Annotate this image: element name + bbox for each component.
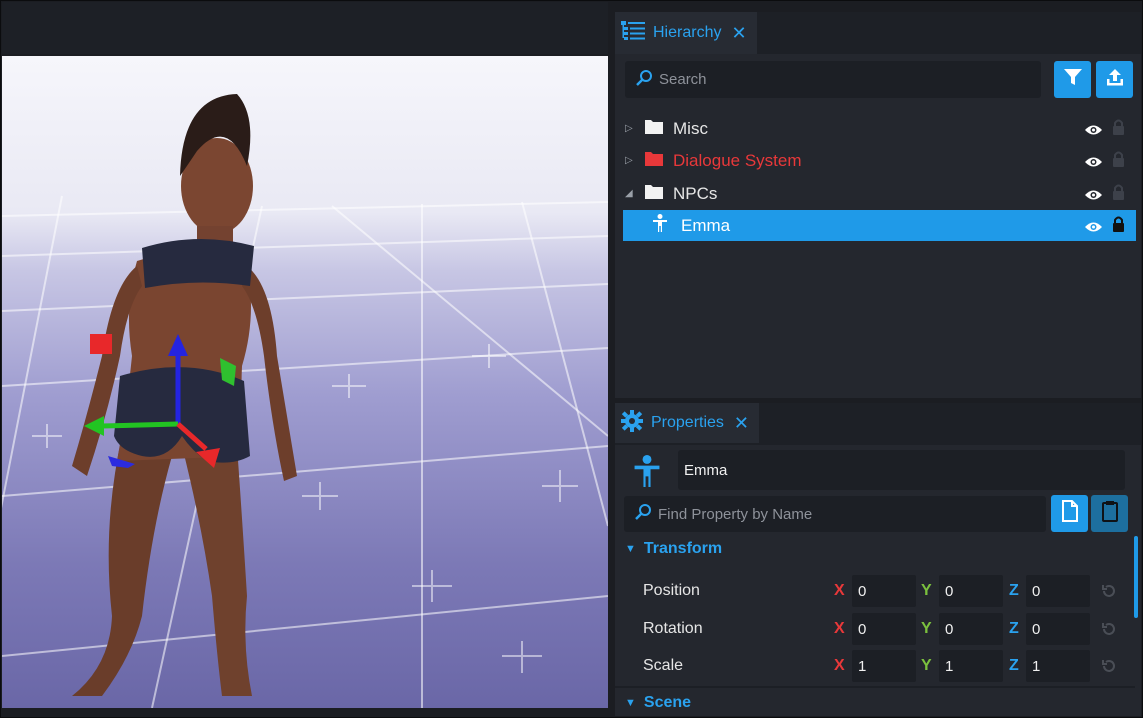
rotation-z-input[interactable]: 0 — [1026, 613, 1090, 645]
visibility-eye-icon[interactable] — [1085, 153, 1102, 173]
hierarchy-icon — [621, 20, 645, 47]
visibility-eye-icon[interactable] — [1085, 121, 1102, 141]
axis-z-label: Z — [1009, 657, 1019, 674]
property-row-rotation: Rotation X 0 Y 0 Z 0 — [615, 612, 1135, 646]
position-z-input[interactable]: 0 — [1026, 575, 1090, 607]
collapse-triangle-icon: ▼ — [625, 697, 636, 709]
filter-button[interactable] — [1054, 61, 1091, 98]
axis-y-label: Y — [921, 657, 932, 674]
visibility-eye-icon[interactable] — [1085, 186, 1102, 206]
expand-arrow-icon[interactable]: ▷ — [625, 155, 637, 166]
axis-x-label: X — [834, 657, 845, 674]
filter-icon — [1063, 67, 1083, 92]
axis-y-label: Y — [921, 620, 932, 637]
axis-x-label: X — [834, 582, 845, 599]
character-emma[interactable] — [72, 94, 297, 696]
folder-icon — [645, 119, 663, 139]
tree-item-npcs[interactable]: ◢ NPCs — [623, 178, 1136, 209]
scale-z-input[interactable]: 1 — [1026, 650, 1090, 682]
axis-y-label: Y — [921, 582, 932, 599]
search-icon — [634, 503, 652, 525]
scene-section-title: Scene — [643, 694, 692, 711]
transform-section-title: Transform — [643, 540, 723, 557]
folder-icon — [645, 184, 663, 204]
rotation-x-input[interactable]: 0 — [852, 613, 916, 645]
search-placeholder: Find Property by Name — [658, 505, 813, 523]
visibility-eye-icon[interactable] — [1085, 218, 1102, 238]
scene-viewport[interactable] — [2, 56, 608, 708]
axis-x-label: X — [834, 620, 845, 637]
clipboard-icon — [1101, 500, 1119, 527]
gear-icon — [621, 409, 643, 437]
properties-scrollbar[interactable] — [1134, 536, 1138, 618]
copy-document-icon — [1061, 500, 1079, 527]
close-icon[interactable]: ✕ — [734, 413, 749, 434]
property-row-position: Position X 0 Y 0 Z 0 — [615, 574, 1135, 608]
position-x-input[interactable]: 0 — [852, 575, 916, 607]
viewport-toolbar — [2, 2, 608, 54]
tab-hierarchy[interactable]: Hierarchy ✕ — [615, 12, 757, 54]
hierarchy-panel: Hierarchy ✕ Search ▷ Misc ▷ Dialogue Sys… — [615, 12, 1141, 398]
folder-icon — [645, 151, 663, 171]
hierarchy-search-input[interactable]: Search — [625, 61, 1041, 98]
player-icon — [653, 214, 667, 237]
tree-item-misc[interactable]: ▷ Misc — [623, 113, 1136, 144]
copy-properties-button[interactable] — [1051, 495, 1088, 532]
property-row-scale: Scale X 1 Y 1 Z 1 — [615, 649, 1135, 683]
lock-icon[interactable] — [1113, 151, 1124, 172]
paste-properties-button[interactable] — [1091, 495, 1128, 532]
property-label: Position — [643, 582, 700, 599]
reset-icon[interactable] — [1101, 621, 1117, 642]
tree-item-label: Dialogue System — [673, 150, 802, 170]
gizmo-x-handle[interactable] — [90, 334, 112, 354]
lock-icon[interactable] — [1113, 119, 1124, 140]
reset-icon[interactable] — [1101, 583, 1117, 604]
properties-panel: Properties ✕ Emma Find Property by Name … — [615, 403, 1141, 716]
transform-section-header[interactable]: ▼ Transform — [625, 540, 722, 558]
object-name-value: Emma — [684, 461, 728, 479]
axis-z-label: Z — [1009, 582, 1019, 599]
tree-item-dialogue-system[interactable]: ▷ Dialogue System — [623, 145, 1136, 176]
position-y-input[interactable]: 0 — [939, 575, 1003, 607]
rotation-y-input[interactable]: 0 — [939, 613, 1003, 645]
axis-z-label: Z — [1009, 620, 1019, 637]
reset-icon[interactable] — [1101, 658, 1117, 679]
tab-properties-label: Properties — [651, 414, 724, 431]
upload-button[interactable] — [1096, 61, 1133, 98]
close-icon[interactable]: ✕ — [731, 23, 746, 44]
upload-icon — [1105, 67, 1125, 92]
search-icon — [635, 69, 653, 91]
expand-arrow-icon[interactable]: ▷ — [625, 123, 637, 134]
viewport-scene[interactable] — [2, 56, 608, 708]
property-label: Scale — [643, 657, 684, 674]
scale-x-input[interactable]: 1 — [852, 650, 916, 682]
lock-icon[interactable] — [1113, 216, 1124, 237]
property-search-input[interactable]: Find Property by Name — [624, 496, 1046, 532]
scale-y-input[interactable]: 1 — [939, 650, 1003, 682]
tab-properties[interactable]: Properties ✕ — [615, 403, 760, 443]
collapse-triangle-icon: ▼ — [625, 543, 636, 555]
collapse-arrow-icon[interactable]: ◢ — [625, 188, 637, 199]
gizmo-axis-side[interactable] — [101, 421, 179, 429]
tree-item-label: Misc — [673, 118, 708, 138]
scene-section-header[interactable]: ▼ Scene — [625, 694, 691, 712]
player-icon — [631, 455, 663, 492]
lock-icon[interactable] — [1113, 184, 1124, 205]
search-placeholder: Search — [659, 71, 707, 88]
section-divider — [615, 686, 1135, 688]
tree-item-emma[interactable]: Emma — [623, 210, 1136, 241]
object-name-field[interactable]: Emma — [678, 450, 1125, 490]
property-label: Rotation — [643, 620, 703, 637]
tree-item-label: NPCs — [673, 183, 718, 203]
tree-item-label: Emma — [681, 215, 731, 235]
tab-hierarchy-label: Hierarchy — [653, 24, 722, 41]
